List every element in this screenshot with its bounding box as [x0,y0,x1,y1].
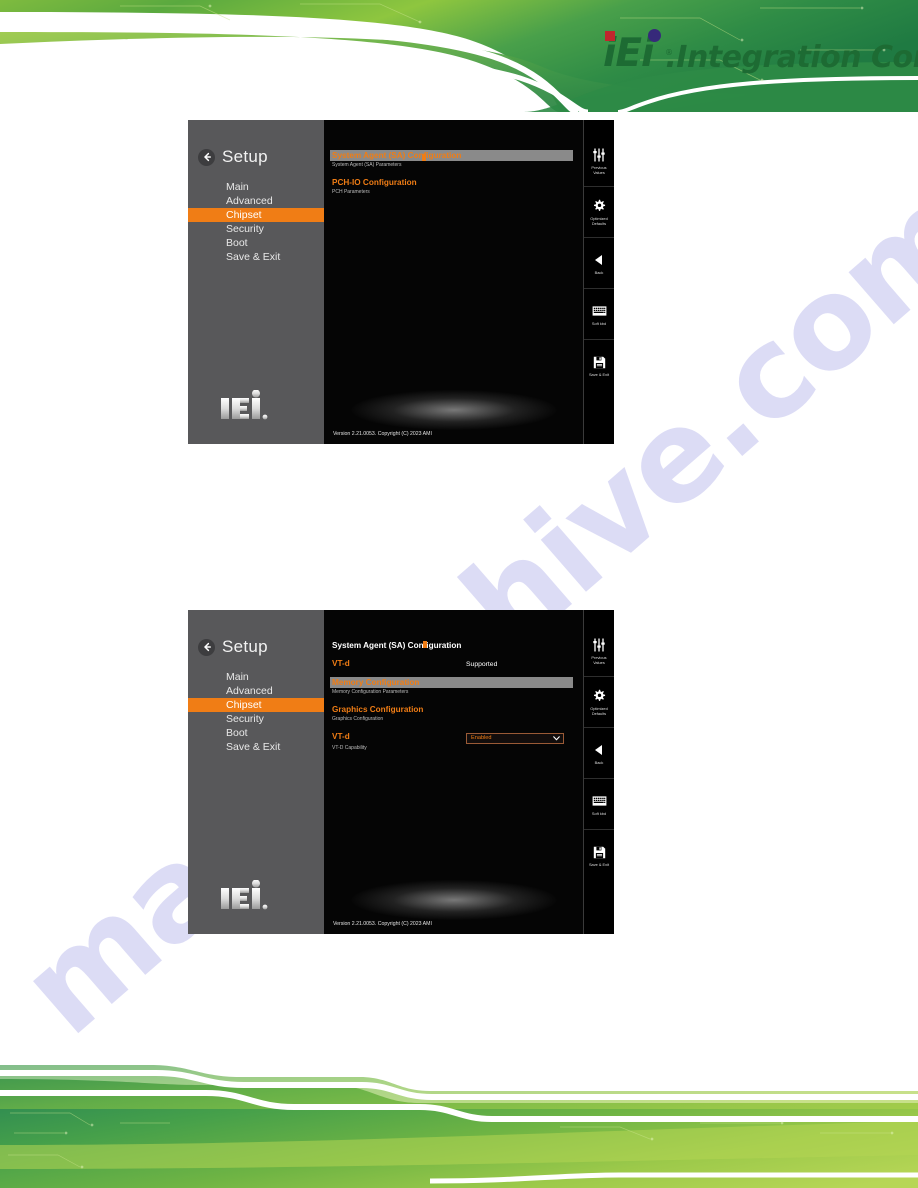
bios-screenshot-system-agent-config: Setup Main Advanced Chipset Security Boo… [188,610,614,934]
rail-label: Optimized Defaults [590,706,608,716]
back-arrow-icon[interactable] [198,148,215,166]
sidebar-item-boot[interactable]: Boot [188,236,324,250]
sidebar-item-advanced[interactable]: Advanced [188,194,324,208]
setting-graphics-configuration[interactable]: Graphics Configuration Graphics Configur… [332,704,573,724]
iei-logo-icon [221,880,268,910]
text-cursor [422,154,426,161]
keyboard-icon [592,303,607,319]
setting-label[interactable]: System Agent (SA) Configuration [330,150,573,161]
rail-label: Save & Exit [588,372,610,377]
bios-menu-list: Main Advanced Chipset Security Boot Save… [188,180,324,264]
sidebar-item-chipset[interactable]: Chipset [188,698,324,712]
rail-save-exit[interactable]: Save & Exit [584,340,614,391]
bios-content-pane: System Agent (SA) Configuration VT-d Sup… [324,610,583,934]
logo-red-square-icon [605,31,615,41]
floppy-disk-icon [593,354,606,370]
sidebar-item-security[interactable]: Security [188,712,324,726]
keyboard-icon [592,793,607,809]
rail-label: Save & Exit [588,862,610,867]
setting-description: Graphics Configuration [332,716,384,722]
setup-header: Setup [198,147,268,167]
setup-title: Setup [222,147,268,166]
sidebar-item-security[interactable]: Security [188,222,324,236]
document-page: iEi ® .Integration Corp. manualshive.com… [0,0,918,1188]
chevron-down-icon [553,735,560,741]
registered-mark: ® [665,48,673,57]
back-triangle-icon [592,252,606,268]
bios-action-rail: Previous Values Optimized Defaults Back … [583,120,614,444]
rail-label: Previous Values [591,655,607,665]
back-arrow-icon[interactable] [198,638,215,656]
footer-decorative-banner [0,1065,918,1188]
setting-description: Memory Configuration Parameters [332,689,409,695]
rail-previous-values[interactable]: Previous Values [584,626,614,677]
setup-header: Setup [198,637,268,657]
vtd-dropdown-value: Enabled [471,735,492,741]
setting-pch-io-config[interactable]: PCH-IO Configuration PCH Parameters [332,177,573,197]
bios-settings-list: System Agent (SA) Configuration VT-d Sup… [324,610,583,753]
iei-logo-mark: iEi ® [603,29,673,73]
setting-vtd-select[interactable]: VT-d Enabled VT-D Capability [332,731,573,753]
sidebar-item-main[interactable]: Main [188,180,324,194]
screen-glow [351,880,556,920]
rail-label: Soft kbd [591,320,607,326]
bios-navigation-pane: Setup Main Advanced Chipset Security Boo… [188,120,324,444]
sliders-icon [592,637,606,653]
setting-label: VT-d [332,659,350,668]
rail-label: Optimized Defaults [590,216,608,226]
setting-system-agent-config[interactable]: System Agent (SA) Configuration System A… [330,150,573,170]
vtd-dropdown[interactable]: Enabled [466,732,564,744]
rail-optimized-defaults[interactable]: Optimized Defaults [584,187,614,238]
sidebar-item-chipset[interactable]: Chipset [188,208,324,222]
iei-wordmark: .Integration Corp. [665,40,918,75]
bios-content-pane: System Agent (SA) Configuration System A… [324,120,583,444]
setting-label: VT-d [332,732,350,741]
rail-soft-keyboard[interactable]: Soft kbd [584,289,614,340]
sidebar-item-advanced[interactable]: Advanced [188,684,324,698]
setting-description: PCH Parameters [332,189,370,195]
rail-save-exit[interactable]: Save & Exit [584,830,614,881]
rail-label: Back [594,269,604,275]
rail-back[interactable]: Back [584,728,614,779]
setting-value: Supported [466,661,498,668]
setting-label[interactable]: PCH-IO Configuration [332,177,573,188]
screen-glow [351,390,556,430]
setting-label[interactable]: Graphics Configuration [332,704,573,715]
bios-settings-list: System Agent (SA) Configuration System A… [324,120,583,197]
gear-icon [592,688,606,704]
rail-label: Soft kbd [591,810,607,816]
rail-optimized-defaults[interactable]: Optimized Defaults [584,677,614,728]
rail-back[interactable]: Back [584,238,614,289]
back-triangle-icon [592,742,606,758]
setting-label[interactable]: Memory Configuration [330,677,573,688]
setting-description: System Agent (SA) Parameters [332,162,402,168]
sidebar-item-save-exit[interactable]: Save & Exit [188,740,324,754]
setting-memory-configuration[interactable]: Memory Configuration Memory Configuratio… [330,677,573,697]
iei-logo-icon [221,390,268,420]
rail-previous-values[interactable]: Previous Values [584,136,614,187]
bios-screenshot-chipset-menu: Setup Main Advanced Chipset Security Boo… [188,120,614,444]
bios-navigation-pane: Setup Main Advanced Chipset Security Boo… [188,610,324,934]
bios-version-text: Version 2.21.0053. Copyright (C) 2023 AM… [333,431,432,437]
page-title: System Agent (SA) Configuration [332,641,462,650]
rail-label: Previous Values [591,165,607,175]
sidebar-item-main[interactable]: Main [188,670,324,684]
sliders-icon [592,147,606,163]
page-title-row: System Agent (SA) Configuration [332,640,573,651]
setup-title: Setup [222,637,268,656]
bios-version-text: Version 2.21.0053. Copyright (C) 2023 AM… [333,921,432,927]
logo-blue-dot-icon [648,29,661,42]
gear-icon [592,198,606,214]
sidebar-item-boot[interactable]: Boot [188,726,324,740]
bios-menu-list: Main Advanced Chipset Security Boot Save… [188,670,324,754]
rail-soft-keyboard[interactable]: Soft kbd [584,779,614,830]
rail-label: Back [594,759,604,765]
text-cursor [423,641,427,648]
floppy-disk-icon [593,844,606,860]
sidebar-item-save-exit[interactable]: Save & Exit [188,250,324,264]
setting-description: VT-D Capability [332,744,367,751]
bios-action-rail: Previous Values Optimized Defaults Back … [583,610,614,934]
iei-corporate-logo: iEi ® .Integration Corp. [603,27,918,73]
setting-vtd-status: VT-d Supported [332,658,573,670]
